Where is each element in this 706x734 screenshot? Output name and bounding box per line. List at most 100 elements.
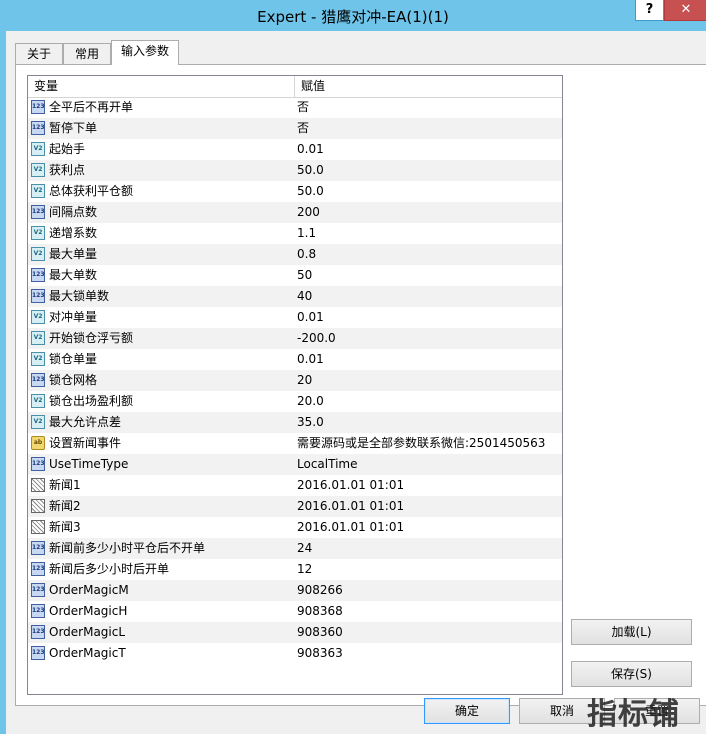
tab-common[interactable]: 常用 [63, 43, 111, 64]
int-type-icon: 123 [31, 541, 45, 555]
parameter-value[interactable]: 需要源码或是全部参数联系微信:2501450563 [297, 433, 545, 454]
table-row[interactable]: V2 对冲单量 0.01 [28, 307, 562, 328]
parameter-value[interactable]: 1.1 [297, 223, 316, 244]
column-header-variable[interactable]: 变量 [28, 76, 295, 97]
parameter-name: 新闻1 [49, 478, 81, 492]
grid-rows: 123 全平后不再开单否 123 暂停下单否 V2 起始手 0.01 V2 获利点 50.0 V2 总… [28, 97, 562, 664]
parameter-name: OrderMagicL [49, 625, 126, 639]
dbl-type-icon: V2 [31, 394, 45, 408]
dt-type-icon [31, 520, 45, 534]
parameter-value[interactable]: -200.0 [297, 328, 336, 349]
parameter-name: 新闻后多少小时后开单 [49, 562, 170, 576]
parameter-value[interactable]: 0.01 [297, 139, 324, 160]
table-row[interactable]: 123 最大单数 50 [28, 265, 562, 286]
parameter-value[interactable]: 2016.01.01 01:01 [297, 517, 404, 538]
int-type-icon: 123 [31, 604, 45, 618]
parameter-name: 暂停下单 [49, 121, 98, 135]
parameter-name: 最大单数 [49, 268, 98, 282]
dt-type-icon [31, 499, 45, 513]
parameter-value[interactable]: 908266 [297, 580, 343, 601]
dt-type-icon [31, 478, 45, 492]
title-bar: Expert - 猎鹰对冲-EA(1)(1) ? ✕ [0, 0, 706, 31]
table-row[interactable]: 123 新闻后多少小时后开单 12 [28, 559, 562, 580]
table-row[interactable]: 新闻1 2016.01.01 01:01 [28, 475, 562, 496]
table-row[interactable]: V2 总体获利平仓额 50.0 [28, 181, 562, 202]
parameter-name: 最大单量 [49, 247, 98, 261]
table-row[interactable]: V2 获利点 50.0 [28, 160, 562, 181]
int-type-icon: 123 [31, 268, 45, 282]
parameter-value[interactable]: 35.0 [297, 412, 324, 433]
inputs-panel: 变量 赋值 123 全平后不再开单否 123 暂停下单否 V2 起始手 0.01 V2 获利点 5… [15, 64, 706, 706]
parameter-value[interactable]: 20.0 [297, 391, 324, 412]
table-row[interactable]: V2 锁仓出场盈利额 20.0 [28, 391, 562, 412]
table-row[interactable]: 123 OrderMagicL 908360 [28, 622, 562, 643]
parameter-name: 锁仓单量 [49, 352, 98, 366]
parameter-value[interactable]: 40 [297, 286, 312, 307]
str-type-icon: ab [31, 436, 45, 450]
parameter-value[interactable]: 否 [297, 118, 309, 139]
parameter-name: 新闻2 [49, 499, 81, 513]
parameter-value[interactable]: LocalTime [297, 454, 357, 475]
parameter-name: 全平后不再开单 [49, 100, 134, 114]
parameter-value[interactable]: 24 [297, 538, 312, 559]
table-row[interactable]: 123 OrderMagicT 908363 [28, 643, 562, 664]
parameter-value[interactable]: 20 [297, 370, 312, 391]
parameter-name: 设置新闻事件 [49, 436, 122, 450]
ok-button[interactable]: 确定 [424, 698, 510, 724]
parameter-name: OrderMagicH [49, 604, 128, 618]
table-row[interactable]: 123 锁仓网格 20 [28, 370, 562, 391]
tab-inputs[interactable]: 输入参数 [111, 40, 179, 65]
dbl-type-icon: V2 [31, 163, 45, 177]
table-row[interactable]: 123 OrderMagicM 908266 [28, 580, 562, 601]
table-row[interactable]: 123 最大锁单数 40 [28, 286, 562, 307]
close-button[interactable]: ✕ [664, 0, 706, 21]
table-row[interactable]: 新闻3 2016.01.01 01:01 [28, 517, 562, 538]
parameter-name: 开始锁仓浮亏额 [49, 331, 134, 345]
table-row[interactable]: 123 间隔点数 200 [28, 202, 562, 223]
parameter-value[interactable]: 50 [297, 265, 312, 286]
parameter-value[interactable]: 0.8 [297, 244, 316, 265]
int-type-icon: 123 [31, 205, 45, 219]
table-row[interactable]: V2 开始锁仓浮亏额 -200.0 [28, 328, 562, 349]
parameter-value[interactable]: 否 [297, 97, 309, 118]
table-row[interactable]: V2 最大单量 0.8 [28, 244, 562, 265]
save-button[interactable]: 保存(S) [571, 661, 692, 687]
table-row[interactable]: 123 OrderMagicH 908368 [28, 601, 562, 622]
dbl-type-icon: V2 [31, 226, 45, 240]
parameter-name: OrderMagicM [49, 583, 129, 597]
parameter-value[interactable]: 50.0 [297, 181, 324, 202]
int-type-icon: 123 [31, 100, 45, 114]
parameters-grid[interactable]: 变量 赋值 123 全平后不再开单否 123 暂停下单否 V2 起始手 0.01 V2 获利点 5… [27, 75, 563, 695]
int-type-icon: 123 [31, 373, 45, 387]
dbl-type-icon: V2 [31, 247, 45, 261]
parameter-value[interactable]: 908363 [297, 643, 343, 664]
dbl-type-icon: V2 [31, 142, 45, 156]
table-row[interactable]: 123 全平后不再开单 否 [28, 97, 562, 118]
int-type-icon: 123 [31, 625, 45, 639]
parameter-value[interactable]: 12 [297, 559, 312, 580]
parameter-value[interactable]: 50.0 [297, 160, 324, 181]
tab-about[interactable]: 关于 [15, 43, 63, 64]
table-row[interactable]: 123 UseTimeType LocalTime [28, 454, 562, 475]
int-type-icon: 123 [31, 583, 45, 597]
table-row[interactable]: ab 设置新闻事件 需要源码或是全部参数联系微信:2501450563 [28, 433, 562, 454]
table-row[interactable]: V2 锁仓单量 0.01 [28, 349, 562, 370]
table-row[interactable]: V2 起始手 0.01 [28, 139, 562, 160]
parameter-value[interactable]: 908368 [297, 601, 343, 622]
table-row[interactable]: 新闻2 2016.01.01 01:01 [28, 496, 562, 517]
parameter-value[interactable]: 2016.01.01 01:01 [297, 475, 404, 496]
parameter-value[interactable]: 908360 [297, 622, 343, 643]
load-button[interactable]: 加载(L) [571, 619, 692, 645]
help-button[interactable]: ? [635, 0, 664, 21]
table-row[interactable]: 123 暂停下单 否 [28, 118, 562, 139]
parameter-name: 获利点 [49, 163, 86, 177]
table-row[interactable]: V2 递增系数 1.1 [28, 223, 562, 244]
parameter-value[interactable]: 2016.01.01 01:01 [297, 496, 404, 517]
parameter-value[interactable]: 0.01 [297, 349, 324, 370]
table-row[interactable]: 123 新闻前多少小时平仓后不开单 24 [28, 538, 562, 559]
parameter-value[interactable]: 0.01 [297, 307, 324, 328]
parameter-value[interactable]: 200 [297, 202, 320, 223]
table-row[interactable]: V2 最大允许点差 35.0 [28, 412, 562, 433]
column-header-value[interactable]: 赋值 [295, 76, 561, 97]
window-title: Expert - 猎鹰对冲-EA(1)(1) [257, 8, 449, 26]
